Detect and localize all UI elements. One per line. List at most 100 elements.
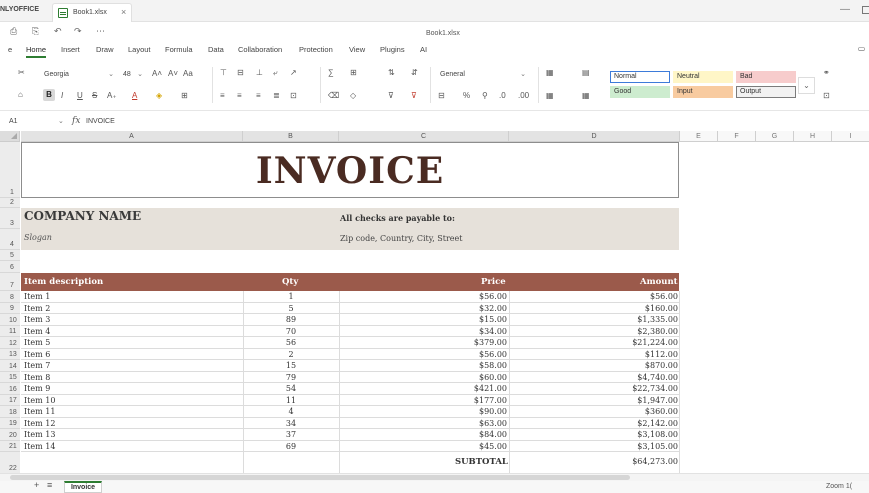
column-header-e[interactable]: E <box>680 131 718 142</box>
row-header[interactable]: 18 <box>0 406 20 418</box>
subtotal-value[interactable]: $64,273.00 <box>600 457 678 466</box>
merge-cells-icon[interactable]: ⊡ <box>290 91 297 100</box>
style-input[interactable]: Input <box>673 86 733 98</box>
redo-icon[interactable]: ↷ <box>74 26 82 37</box>
increase-decimal-icon[interactable]: .00 <box>518 91 529 100</box>
menu-file[interactable]: e <box>8 45 12 54</box>
menu-data[interactable]: Data <box>208 45 224 54</box>
decrease-font-icon[interactable]: A˅ <box>168 69 178 78</box>
payable-to-label[interactable]: All checks are payable to: <box>340 213 455 223</box>
row-header[interactable]: 11 <box>0 326 20 337</box>
insert-cells-icon[interactable]: ▤ <box>582 68 590 77</box>
open-location-icon[interactable]: ▭ <box>858 44 865 53</box>
maximize-window-icon[interactable] <box>862 6 869 14</box>
menu-draw[interactable]: Draw <box>96 45 114 54</box>
menu-protection[interactable]: Protection <box>299 45 333 54</box>
strikethrough-button[interactable]: S <box>92 91 97 100</box>
sheet-tab-invoice[interactable]: Invoice <box>64 481 102 493</box>
row-header[interactable]: 2 <box>0 198 20 208</box>
more-icon[interactable]: ⋯ <box>96 26 105 37</box>
menu-layout[interactable]: Layout <box>128 45 151 54</box>
row-header[interactable]: 3 <box>0 208 20 229</box>
style-normal[interactable]: Normal <box>610 71 670 83</box>
align-right-icon[interactable]: ≡ <box>256 91 261 100</box>
row-header[interactable]: 1 <box>0 142 20 198</box>
zoom-level[interactable]: Zoom 1( <box>826 483 852 490</box>
accounting-format-icon[interactable]: ⊟ <box>438 91 445 100</box>
comma-format-icon[interactable]: ⚲ <box>482 91 488 100</box>
cell-settings-icon[interactable]: ⊡ <box>823 91 830 100</box>
menu-insert[interactable]: Insert <box>61 45 80 54</box>
percent-format-icon[interactable]: % <box>463 91 470 100</box>
select-all-corner[interactable] <box>0 131 20 142</box>
chevron-down-icon[interactable]: ⌄ <box>58 117 64 125</box>
invoice-title-cell[interactable]: INVOICE <box>21 142 679 198</box>
row-header[interactable]: 15 <box>0 372 20 383</box>
copy-style-icon[interactable]: ✂ <box>18 68 25 77</box>
justify-icon[interactable]: ≣ <box>273 91 280 100</box>
column-header-a[interactable]: A <box>21 131 243 142</box>
menu-home[interactable]: Home <box>26 45 47 58</box>
row-header[interactable]: 5 <box>0 250 20 261</box>
style-neutral[interactable]: Neutral <box>673 71 733 83</box>
menu-ai[interactable]: AI <box>420 45 427 54</box>
row-header[interactable]: 14 <box>0 360 20 372</box>
style-good[interactable]: Good <box>610 86 670 98</box>
subtotal-label[interactable]: SUBTOTAL <box>455 457 508 467</box>
horizontal-scrollbar[interactable] <box>0 473 869 481</box>
delete-cells-icon[interactable]: ▦ <box>582 91 590 100</box>
underline-button[interactable]: U <box>77 91 83 100</box>
decrease-decimal-icon[interactable]: .0 <box>499 91 506 100</box>
column-header-b[interactable]: B <box>243 131 339 142</box>
company-slogan[interactable]: Slogan <box>24 233 52 242</box>
borders-icon[interactable]: ⊞ <box>181 91 188 100</box>
align-bottom-icon[interactable]: ⊥ <box>256 68 263 77</box>
scroll-thumb[interactable] <box>10 475 630 480</box>
styles-expand-button[interactable]: ⌄ <box>798 77 815 94</box>
row-header[interactable]: 9 <box>0 303 20 314</box>
fill-icon[interactable]: ⊞ <box>350 68 357 77</box>
style-output[interactable]: Output <box>736 86 796 98</box>
conditional-format-icon[interactable]: ▦ <box>546 68 554 77</box>
style-bad[interactable]: Bad <box>736 71 796 83</box>
clear-filter-icon[interactable]: ⊽ <box>411 91 417 100</box>
align-top-icon[interactable]: ⊤ <box>220 68 227 77</box>
column-header-c[interactable]: C <box>339 131 509 142</box>
header-amount[interactable]: Amount <box>640 277 678 287</box>
undo-icon[interactable]: ↶ <box>54 26 62 37</box>
row-header[interactable]: 6 <box>0 261 20 273</box>
filter-icon[interactable]: ⊽ <box>388 91 394 100</box>
column-header-i[interactable]: I <box>832 131 869 142</box>
change-case-icon[interactable]: Aa <box>183 69 193 78</box>
menu-collaboration[interactable]: Collaboration <box>238 45 282 54</box>
orientation-icon[interactable]: ↗ <box>290 68 297 77</box>
increase-font-icon[interactable]: A˄ <box>152 69 162 78</box>
font-name-select[interactable]: Georgia ⌄ <box>40 68 118 81</box>
align-middle-icon[interactable]: ⊟ <box>237 68 244 77</box>
row-header[interactable]: 8 <box>0 291 20 303</box>
number-format-select[interactable]: General ⌄ <box>436 68 530 81</box>
company-name[interactable]: COMPANY NAME <box>24 209 141 223</box>
autosum-icon[interactable]: ∑ <box>328 68 334 77</box>
document-tab[interactable]: Book1.xlsx × <box>52 3 132 22</box>
print-icon[interactable]: ⎙ <box>10 26 17 37</box>
close-tab-icon[interactable]: × <box>121 7 126 17</box>
menu-view[interactable]: View <box>349 45 365 54</box>
column-header-h[interactable]: H <box>794 131 832 142</box>
eraser-icon[interactable]: ◇ <box>350 91 356 100</box>
row-header[interactable]: 10 <box>0 314 20 326</box>
spreadsheet-grid[interactable]: A B C D E F G H I 1 2 3 4 5 6 7 8 9 10 11 12 13 14 15 1… <box>0 131 869 476</box>
minimize-window-icon[interactable]: — <box>840 4 850 15</box>
quick-print-icon[interactable]: ⎘ <box>32 26 39 37</box>
column-header-f[interactable]: F <box>718 131 756 142</box>
superscript-icon[interactable]: A₊ <box>107 91 117 100</box>
row-header[interactable]: 16 <box>0 383 20 395</box>
row-header[interactable]: 19 <box>0 418 20 429</box>
menu-plugins[interactable]: Plugins <box>380 45 405 54</box>
column-header-d[interactable]: D <box>509 131 680 142</box>
row-header[interactable]: 21 <box>0 441 20 452</box>
header-item-description[interactable]: Item description <box>24 277 103 287</box>
menu-formula[interactable]: Formula <box>165 45 193 54</box>
row-header[interactable]: 7 <box>0 273 20 291</box>
column-header-g[interactable]: G <box>756 131 794 142</box>
